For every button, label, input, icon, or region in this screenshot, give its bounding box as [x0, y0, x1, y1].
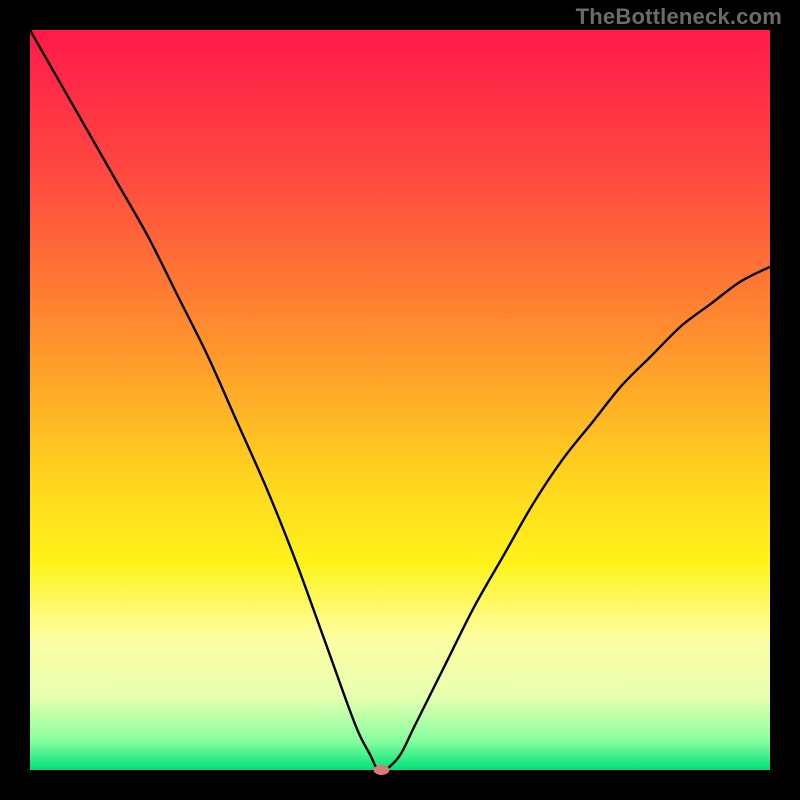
minimum-marker [374, 765, 390, 775]
watermark-text: TheBottleneck.com [576, 4, 782, 30]
bottleneck-chart [0, 0, 800, 800]
plot-background [30, 30, 770, 770]
chart-frame: TheBottleneck.com [0, 0, 800, 800]
